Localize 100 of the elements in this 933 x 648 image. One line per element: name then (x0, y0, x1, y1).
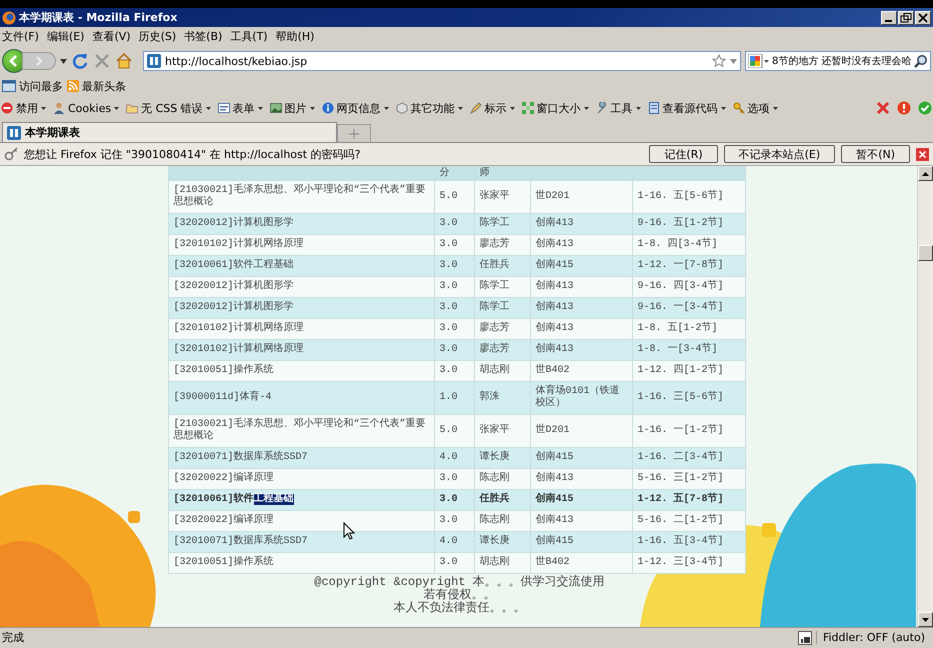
dropdown-caret-icon[interactable] (584, 106, 589, 110)
dropdown-caret-icon[interactable] (310, 106, 315, 110)
menu-item[interactable]: 编辑(E) (44, 29, 90, 44)
course-cell: [32020012]计算机图形学 (168, 214, 434, 234)
menu-item[interactable]: 历史(S) (136, 29, 182, 44)
dropdown-caret-icon[interactable] (384, 106, 389, 110)
dropdown-caret-icon[interactable] (636, 106, 641, 110)
star-icon[interactable] (712, 54, 726, 68)
toolbar-menu[interactable]: 表单 (232, 100, 255, 116)
menu-item[interactable]: 查看(V) (90, 29, 137, 44)
restore-icon[interactable] (898, 10, 914, 24)
search-field[interactable]: 8节的地方 还暂时没有去理会哈 (772, 56, 912, 66)
menu-item[interactable]: 书签(B) (182, 29, 228, 44)
dropdown-caret-icon[interactable] (458, 106, 463, 110)
browser-tab[interactable]: 本学期课表 (2, 122, 337, 142)
course-cell: [32020022]编译原理 (168, 510, 434, 532)
dropdown-caret-icon[interactable] (510, 106, 515, 110)
bookmark-link[interactable]: 最新头条 (82, 78, 126, 94)
document-icon (648, 102, 660, 114)
credit-cell: 4.0 (434, 448, 474, 468)
key-icon (4, 147, 18, 161)
search-engine-icon[interactable] (748, 54, 770, 68)
room-cell: 创南413 (530, 340, 632, 360)
time-cell: 1-8. 一[3-4节] (632, 340, 745, 360)
dropdown-caret-icon[interactable] (41, 106, 46, 110)
plus-icon (349, 128, 359, 138)
dropdown-caret-icon[interactable] (258, 106, 263, 110)
toolbar-menu[interactable]: 窗口大小 (536, 100, 581, 116)
dropdown-caret-icon[interactable] (720, 106, 726, 110)
prompt-button[interactable]: 记住(R) (649, 145, 718, 163)
time-cell: 1-12. 一[7-8节] (632, 256, 745, 276)
prompt-button[interactable]: 暂不(N) (841, 145, 910, 163)
teacher-cell: 陈学工 (474, 298, 530, 318)
close-icon[interactable] (915, 10, 931, 24)
address-bar[interactable]: http://localhost/kebiao.jsp (143, 51, 741, 71)
fiddler-status[interactable]: Fiddler: OFF (auto) (816, 631, 931, 644)
room-cell: 世B402 (530, 552, 632, 574)
address-field[interactable]: http://localhost/kebiao.jsp (165, 54, 708, 68)
teacher-cell: 张家平 (474, 180, 530, 214)
feed-icon (67, 80, 79, 92)
credit-cell: 3.0 (434, 318, 474, 340)
dropdown-caret-icon[interactable] (114, 106, 120, 110)
window-icon (2, 80, 16, 92)
course-cell: [32010071]数据库系统SSD7 (168, 448, 434, 468)
menu-item[interactable]: 文件(F) (0, 29, 45, 44)
toolbar-menu[interactable]: 网页信息 (336, 100, 381, 116)
room-cell: 创南413 (530, 276, 632, 298)
prompt-button[interactable]: 不记录本站点(E) (724, 145, 836, 163)
scroll-down-button[interactable] (918, 612, 933, 627)
course-cell: [21030021]毛泽东思想、邓小平理论和“三个代表”重要思想概论 (168, 180, 434, 214)
x-mark-icon[interactable] (876, 101, 890, 115)
home-icon[interactable] (115, 52, 133, 70)
menu-item[interactable]: 帮助(H) (274, 29, 320, 44)
room-cell: 创南413 (530, 298, 632, 318)
status-text: 完成 (2, 630, 25, 645)
teacher-cell: 陈志刚 (474, 510, 530, 532)
course-cell: [32020012]计算机图形学 (168, 298, 434, 318)
teacher-cell: 廖志芳 (474, 340, 530, 360)
toolbar-menu[interactable]: 标示 (484, 100, 507, 116)
error-icon[interactable] (897, 101, 911, 115)
search-icon[interactable] (914, 54, 928, 68)
room-cell: 创南413 (530, 214, 632, 234)
dropdown-caret-icon[interactable] (206, 106, 211, 110)
toolbar-menu[interactable]: 选项 (748, 100, 770, 116)
toolbar-menu[interactable]: Cookies (68, 102, 112, 114)
layout-icon[interactable] (798, 630, 812, 644)
check-icon[interactable] (918, 101, 932, 115)
course-cell: [32010102]计算机网络原理 (168, 318, 434, 340)
key-icon (732, 102, 745, 114)
cube-icon (396, 102, 408, 114)
bookmark-link[interactable]: 访问最多 (19, 78, 63, 94)
scroll-up-button[interactable] (918, 166, 933, 181)
toolbar-menu[interactable]: 图片 (284, 100, 307, 116)
toolbar-menu[interactable]: 查看源代码 (662, 100, 718, 116)
password-prompt-message: 您想让 Firefox 记住 "3901080414" 在 http://localhost 的密码吗? (24, 146, 362, 162)
window-title: 本学期课表 - Mozilla Firefox (19, 10, 178, 25)
room-cell: 创南415 (530, 256, 632, 276)
toolbar-menu[interactable]: 禁用 (16, 100, 38, 116)
toolbar-menu[interactable]: 其它功能 (410, 100, 455, 116)
teacher-cell: 廖志芳 (474, 318, 530, 340)
course-cell: [32010102]计算机网络原理 (168, 234, 434, 256)
time-cell: 1-8. 五[1-2节] (632, 318, 745, 340)
site-icon (147, 54, 161, 68)
time-cell: 9-16. 一[3-4节] (632, 298, 745, 318)
room-cell: 创南413 (530, 510, 632, 532)
search-bar[interactable]: 8节的地方 还暂时没有去理会哈 (745, 51, 931, 71)
picture-icon (270, 102, 282, 114)
scrollbar-thumb[interactable] (918, 245, 933, 261)
toolbar-menu[interactable]: 工具 (610, 100, 633, 116)
time-cell: 1-16. 三[5-6节] (632, 382, 745, 414)
footer-text: 本人不负法律责任。。。 (392, 602, 526, 615)
credit-cell: 3.0 (434, 276, 474, 298)
dropdown-caret-icon[interactable] (60, 58, 67, 64)
minimize-icon[interactable] (881, 10, 897, 24)
course-cell: [32010061]软件工程基础 (168, 256, 434, 276)
toolbar-menu[interactable]: 无 CSS 错误 (141, 100, 203, 116)
dropdown-caret-icon[interactable] (772, 106, 778, 110)
menu-item[interactable]: 工具(T) (228, 29, 274, 44)
teacher-cell: 任胜兵 (474, 256, 530, 276)
course-cell: [32010102]计算机网络原理 (168, 340, 434, 360)
